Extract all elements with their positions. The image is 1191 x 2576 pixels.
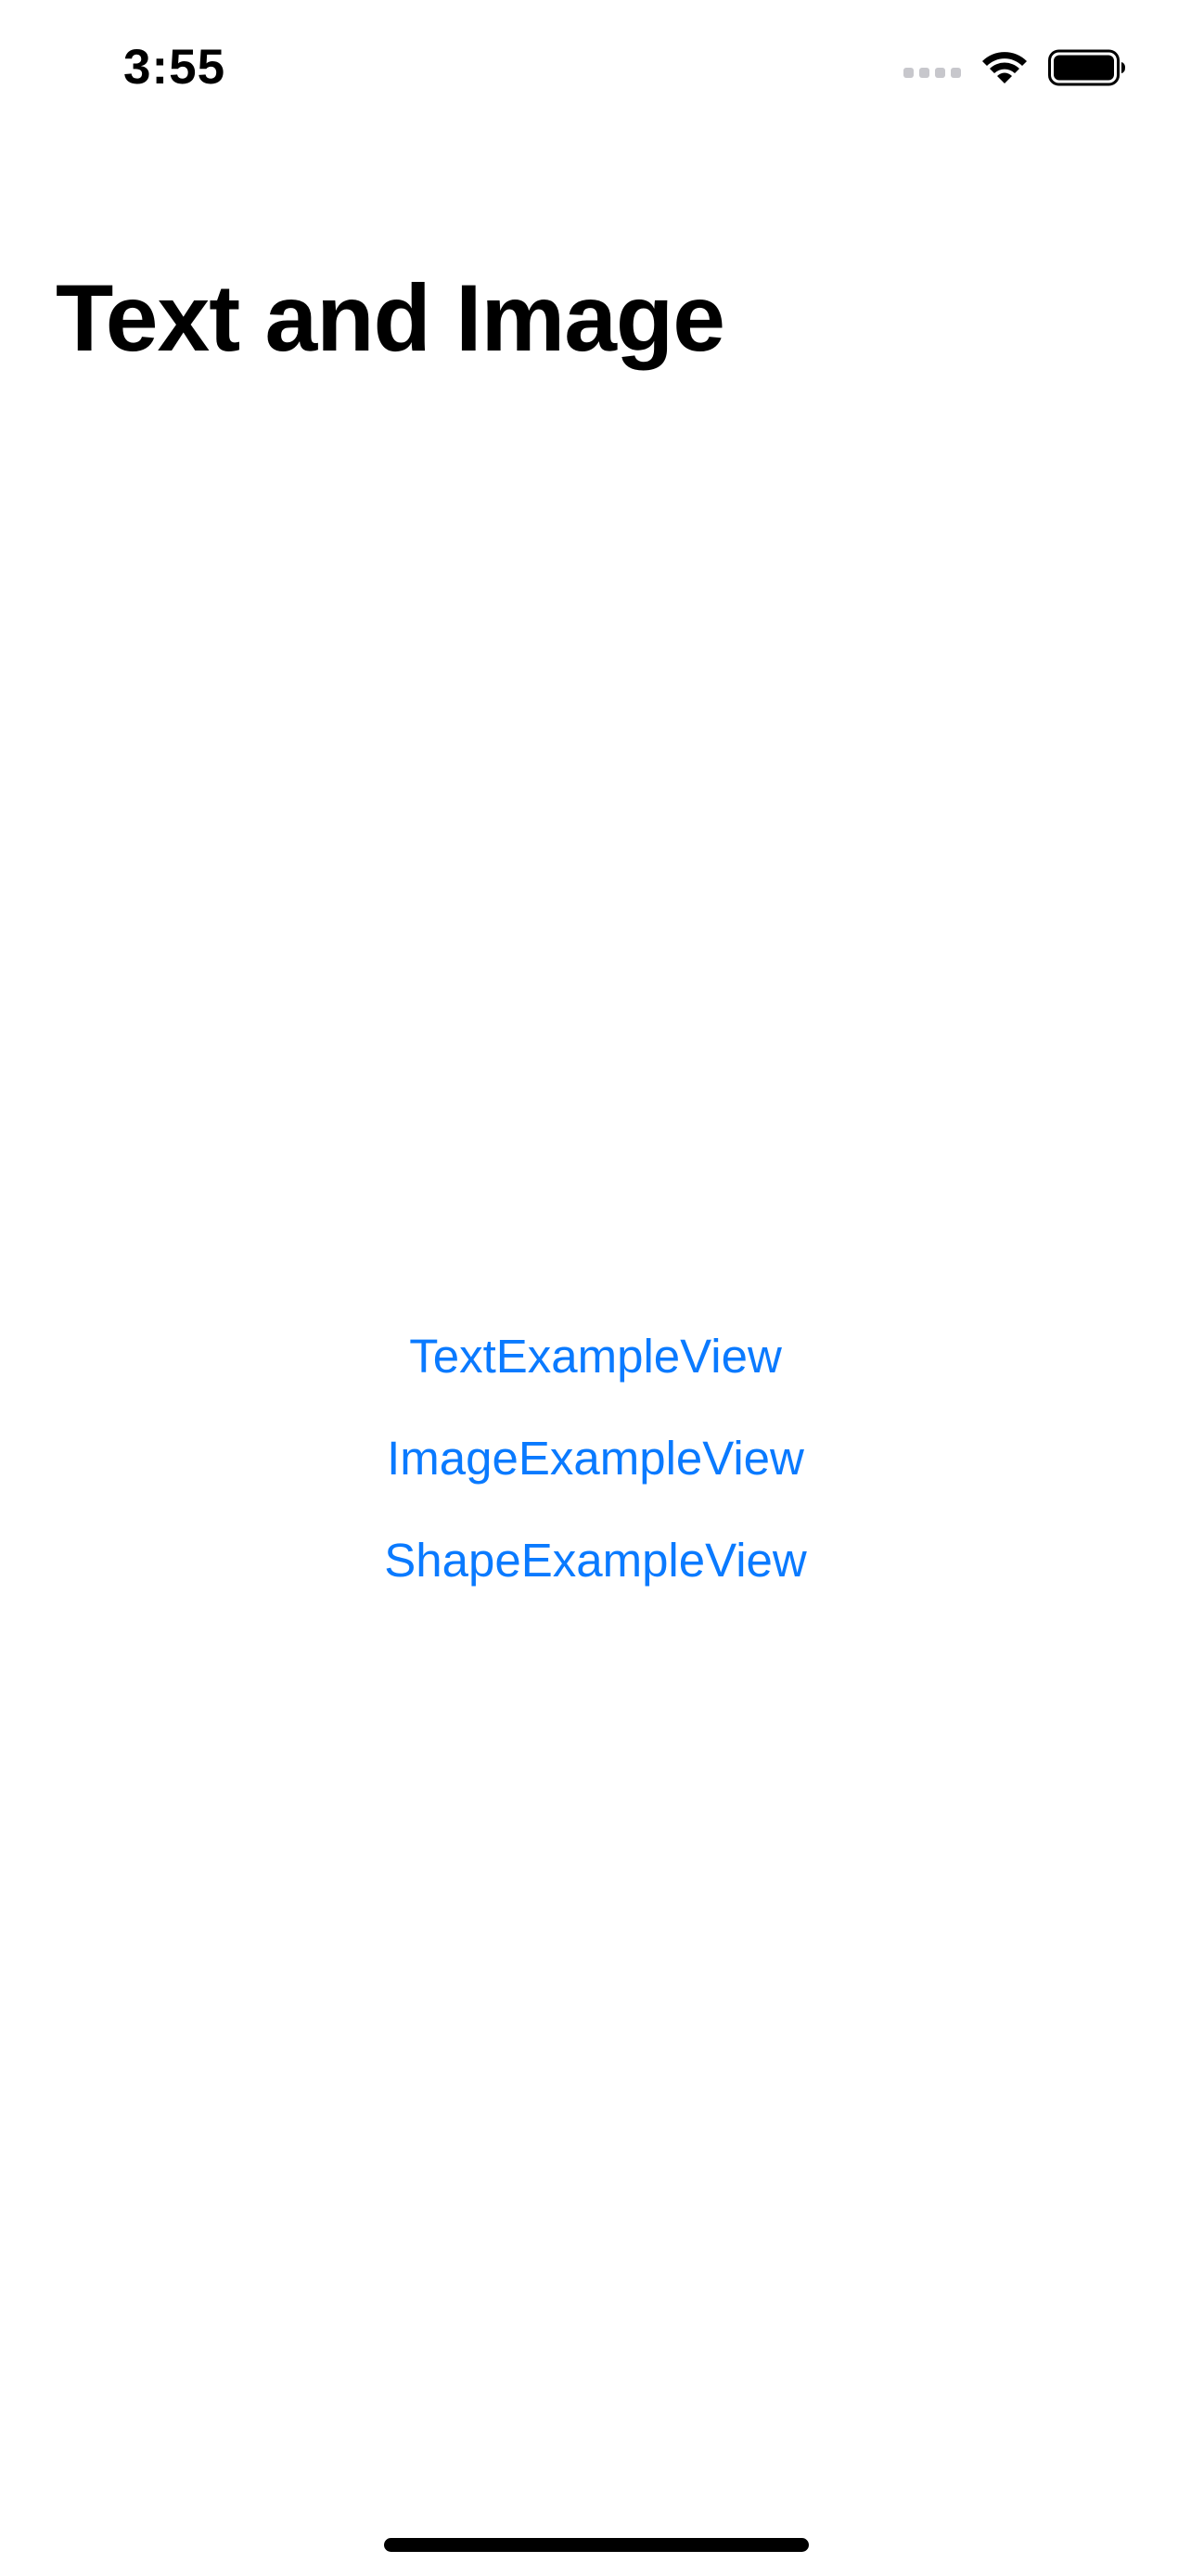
status-time: 3:55 (123, 40, 226, 95)
wifi-icon (981, 50, 1028, 85)
home-indicator[interactable] (384, 2538, 809, 2552)
status-bar: 3:55 (0, 0, 1191, 139)
battery-icon (1048, 49, 1126, 86)
signal-dots-icon (903, 67, 961, 78)
link-list: TextExampleView ImageExampleView ShapeEx… (0, 1306, 1191, 1612)
status-icons (903, 46, 1126, 89)
image-example-link[interactable]: ImageExampleView (387, 1408, 804, 1510)
page-title: Text and Image (56, 265, 725, 371)
text-example-link[interactable]: TextExampleView (409, 1306, 782, 1408)
shape-example-link[interactable]: ShapeExampleView (384, 1510, 807, 1612)
